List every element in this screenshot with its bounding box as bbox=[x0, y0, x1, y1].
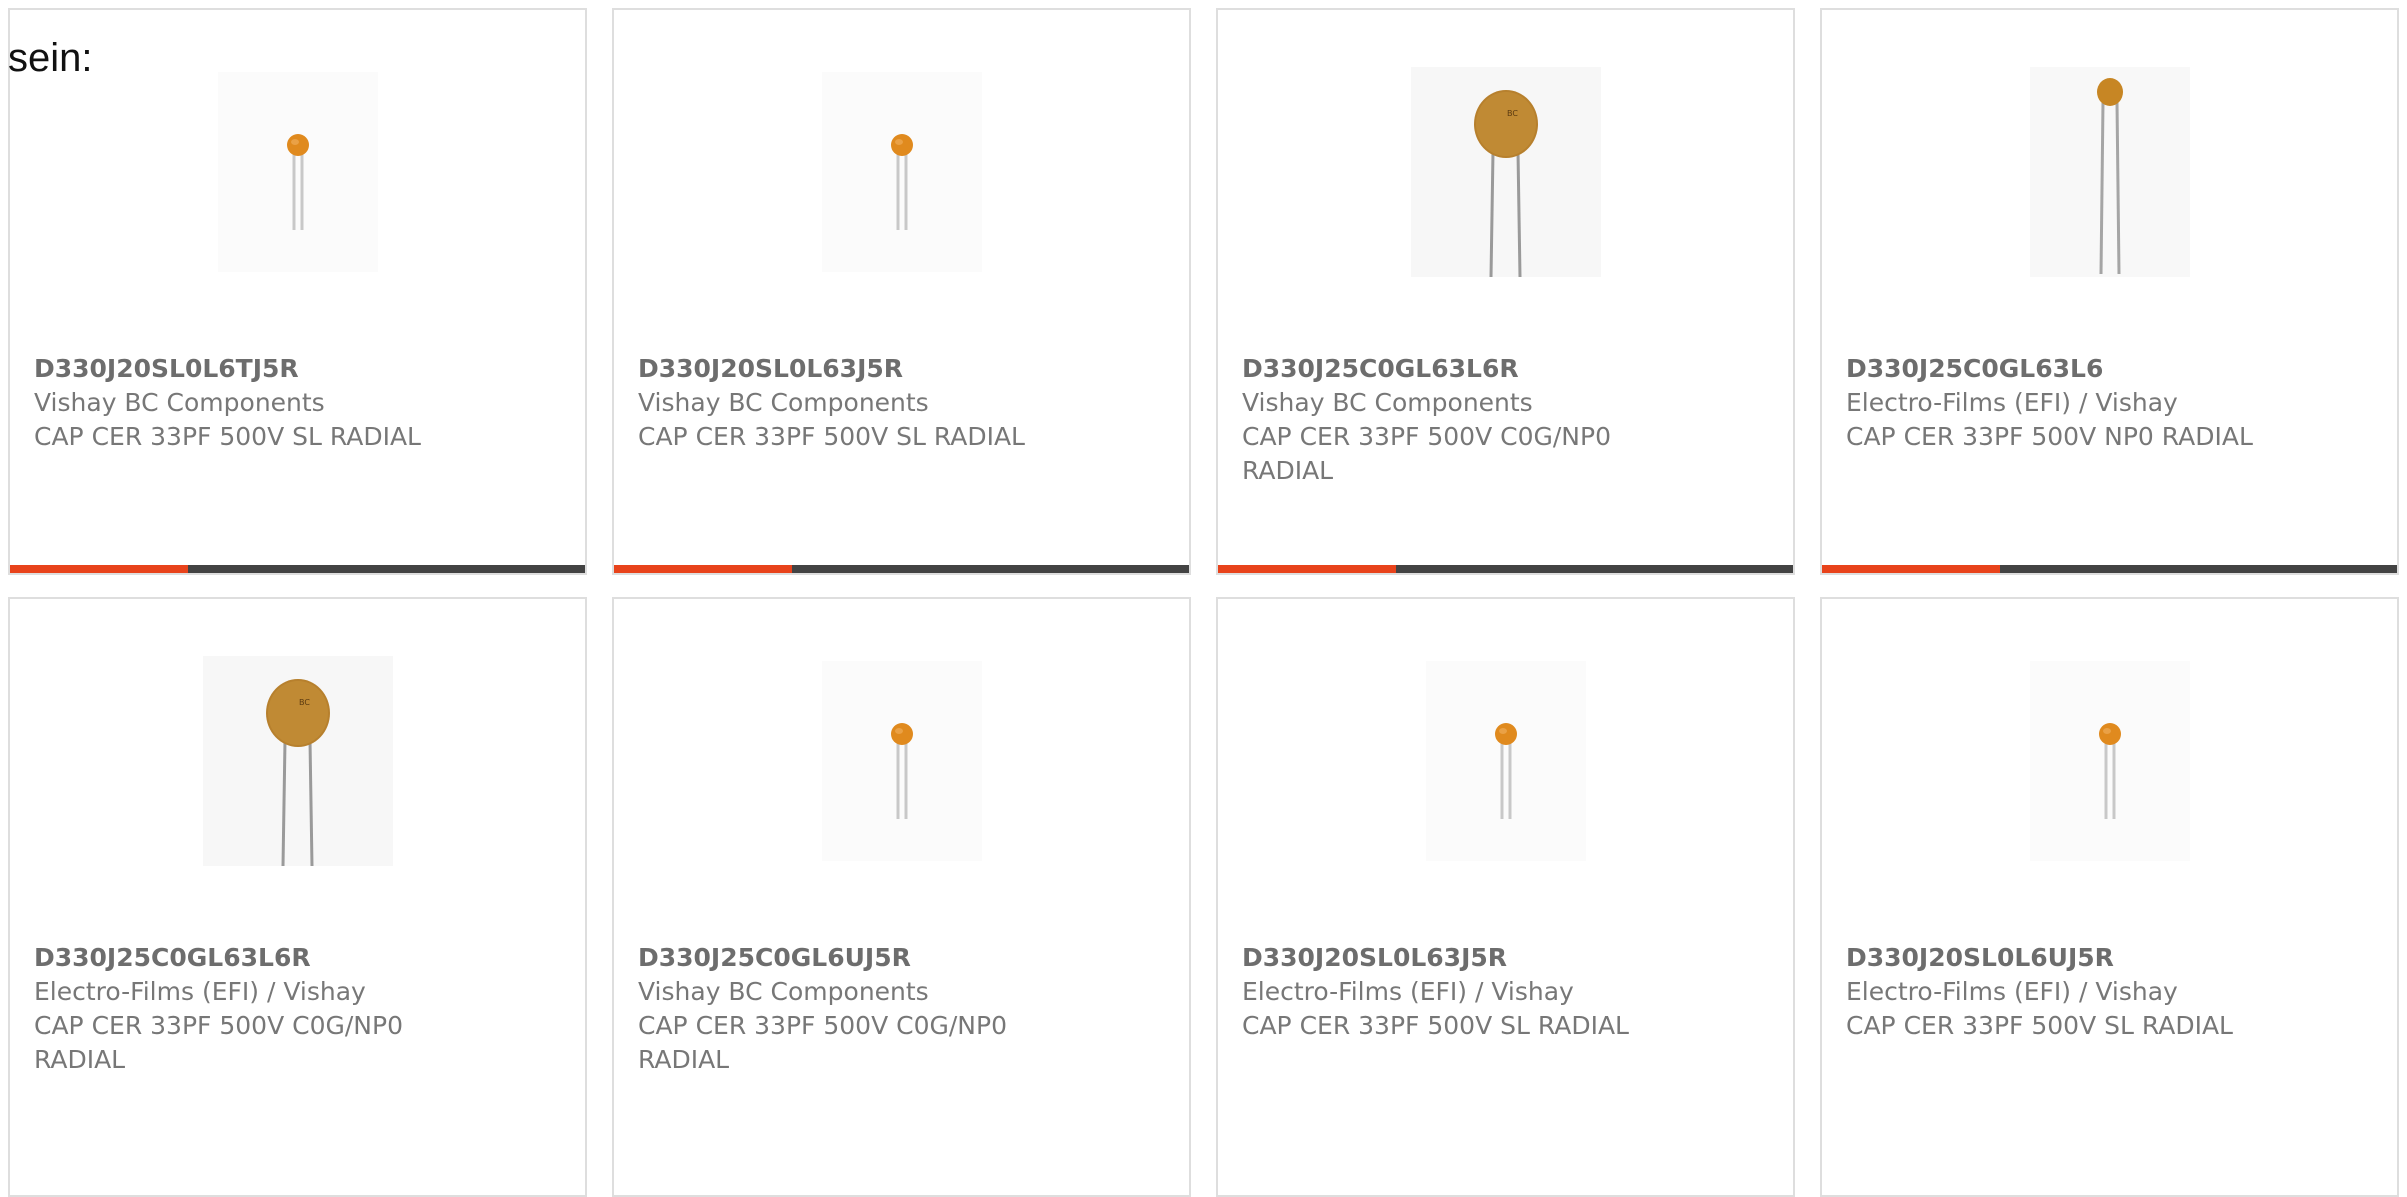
product-card[interactable]: D330J20SL0L63J5R Electro-Films (EFI) / V… bbox=[1216, 597, 1795, 1197]
product-image: BC bbox=[1406, 62, 1606, 282]
product-text: D330J25C0GL63L6R Vishay BC Components CA… bbox=[1242, 352, 1662, 488]
product-card[interactable]: D330J20SL0L63J5R Vishay BC Components CA… bbox=[612, 8, 1191, 575]
product-text: D330J25C0GL63L6 Electro-Films (EFI) / Vi… bbox=[1846, 352, 2266, 454]
product-text: D330J20SL0L63J5R Vishay BC Components CA… bbox=[638, 352, 1058, 454]
svg-text:BC: BC bbox=[1507, 109, 1518, 118]
product-grid-row-2: BC D330J25C0GL63L6R Electro-Films (EFI) … bbox=[8, 597, 2400, 1197]
part-number[interactable]: D330J25C0GL63L6 bbox=[1846, 352, 2266, 386]
product-image bbox=[2010, 651, 2210, 871]
description: CAP CER 33PF 500V NP0 RADIAL bbox=[1846, 422, 2253, 451]
progress-bar-fill bbox=[1218, 565, 1397, 573]
manufacturer: Electro-Films (EFI) / Vishay bbox=[34, 977, 366, 1006]
product-text: D330J20SL0L6UJ5R Electro-Films (EFI) / V… bbox=[1846, 941, 2266, 1043]
progress-bar-fill bbox=[1822, 565, 2001, 573]
product-image bbox=[802, 651, 1002, 871]
product-text: D330J25C0GL6UJ5R Vishay BC Components CA… bbox=[638, 941, 1058, 1077]
product-image bbox=[802, 62, 1002, 282]
part-number[interactable]: D330J20SL0L63J5R bbox=[638, 352, 1058, 386]
progress-bar bbox=[1218, 565, 1793, 573]
product-image bbox=[2010, 62, 2210, 282]
part-number[interactable]: D330J25C0GL6UJ5R bbox=[638, 941, 1058, 975]
description: CAP CER 33PF 500V SL RADIAL bbox=[1846, 1011, 2233, 1040]
manufacturer: Vishay BC Components bbox=[1242, 388, 1533, 417]
product-card[interactable]: D330J25C0GL6UJ5R Vishay BC Components CA… bbox=[612, 597, 1191, 1197]
description: CAP CER 33PF 500V C0G/NP0 RADIAL bbox=[34, 1011, 403, 1074]
progress-bar bbox=[10, 565, 585, 573]
product-grid: D330J20SL0L6TJ5R Vishay BC Components CA… bbox=[8, 8, 2400, 575]
manufacturer: Electro-Films (EFI) / Vishay bbox=[1242, 977, 1574, 1006]
manufacturer: Vishay BC Components bbox=[638, 977, 929, 1006]
intro-text: sein: bbox=[8, 36, 93, 80]
product-text: D330J20SL0L63J5R Electro-Films (EFI) / V… bbox=[1242, 941, 1662, 1043]
product-text: D330J25C0GL63L6R Electro-Films (EFI) / V… bbox=[34, 941, 454, 1077]
product-card[interactable]: BC D330J25C0GL63L6R Electro-Films (EFI) … bbox=[8, 597, 587, 1197]
progress-bar bbox=[614, 565, 1189, 573]
manufacturer: Vishay BC Components bbox=[638, 388, 929, 417]
product-card[interactable]: D330J20SL0L6UJ5R Electro-Films (EFI) / V… bbox=[1820, 597, 2399, 1197]
description: CAP CER 33PF 500V SL RADIAL bbox=[34, 422, 421, 451]
part-number[interactable]: D330J20SL0L6UJ5R bbox=[1846, 941, 2266, 975]
progress-bar bbox=[1822, 565, 2397, 573]
description: CAP CER 33PF 500V C0G/NP0 RADIAL bbox=[1242, 422, 1611, 485]
progress-bar-fill bbox=[614, 565, 793, 573]
description: CAP CER 33PF 500V C0G/NP0 RADIAL bbox=[638, 1011, 1007, 1074]
manufacturer: Vishay BC Components bbox=[34, 388, 325, 417]
description: CAP CER 33PF 500V SL RADIAL bbox=[638, 422, 1025, 451]
part-number[interactable]: D330J25C0GL63L6R bbox=[1242, 352, 1662, 386]
product-card[interactable]: D330J25C0GL63L6 Electro-Films (EFI) / Vi… bbox=[1820, 8, 2399, 575]
manufacturer: Electro-Films (EFI) / Vishay bbox=[1846, 388, 2178, 417]
product-image: BC bbox=[198, 651, 398, 871]
part-number[interactable]: D330J20SL0L63J5R bbox=[1242, 941, 1662, 975]
part-number[interactable]: D330J20SL0L6TJ5R bbox=[34, 352, 454, 386]
part-number[interactable]: D330J25C0GL63L6R bbox=[34, 941, 454, 975]
manufacturer: Electro-Films (EFI) / Vishay bbox=[1846, 977, 2178, 1006]
product-text: D330J20SL0L6TJ5R Vishay BC Components CA… bbox=[34, 352, 454, 454]
product-card[interactable]: BC D330J25C0GL63L6R Vishay BC Components… bbox=[1216, 8, 1795, 575]
svg-text:BC: BC bbox=[299, 698, 310, 707]
product-card[interactable]: D330J20SL0L6TJ5R Vishay BC Components CA… bbox=[8, 8, 587, 575]
product-image bbox=[1406, 651, 1606, 871]
product-image bbox=[198, 62, 398, 282]
description: CAP CER 33PF 500V SL RADIAL bbox=[1242, 1011, 1629, 1040]
progress-bar-fill bbox=[10, 565, 189, 573]
